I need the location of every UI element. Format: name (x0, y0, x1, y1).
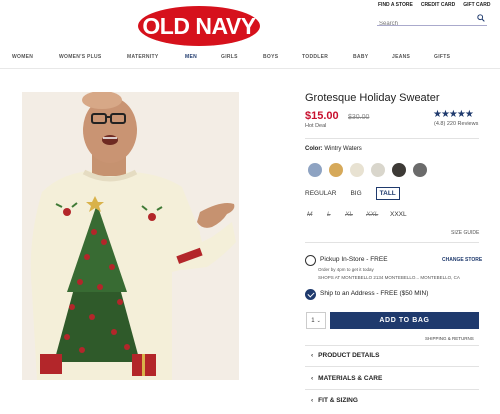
ship-label: Ship to an Address - FREE ($50 MIN) (320, 290, 429, 297)
search-input[interactable] (377, 18, 473, 30)
hot-deal-label: Hot Deal (305, 123, 327, 129)
logo-text: OLD NAVY (142, 12, 256, 39)
nav-item-women[interactable]: WOMEN (12, 54, 33, 60)
chevron-left-icon: ‹ (311, 375, 314, 382)
chevron-down-icon: ⌄ (316, 317, 321, 324)
color-value: Wintry Waters (324, 146, 362, 152)
nav-item-men[interactable]: MEN (185, 54, 197, 60)
search-icon[interactable] (477, 14, 485, 22)
accordion-label: MATERIALS & CARE (318, 375, 383, 382)
nav-item-boys[interactable]: BOYS (263, 54, 278, 60)
accordion-label: PRODUCT DETAILS (318, 352, 380, 359)
nav-item-baby[interactable]: BABY (353, 54, 368, 60)
sweater-model-illustration (22, 92, 239, 380)
swatch-gold[interactable] (329, 163, 343, 177)
accordion-product-details[interactable]: ‹ PRODUCT DETAILS (311, 352, 379, 359)
swatch-cream[interactable] (350, 163, 364, 177)
swatch-light-gray[interactable] (371, 163, 385, 177)
accordion-materials-care[interactable]: ‹ MATERIALS & CARE (311, 375, 382, 382)
divider (305, 366, 479, 367)
size-xxl[interactable]: XXL (366, 211, 378, 218)
swatch-charcoal[interactable] (392, 163, 406, 177)
pickup-label: Pickup In-Store - FREE (320, 256, 388, 263)
old-navy-logo[interactable]: OLD NAVY (138, 6, 260, 46)
accordion-fit-sizing[interactable]: ‹ FIT & SIZING (311, 397, 358, 404)
nav-divider (0, 68, 500, 69)
quantity-value: 1 (311, 317, 315, 324)
gift-card-link[interactable]: GIFT CARD (463, 2, 490, 8)
color-label-prefix: Color: (305, 146, 323, 152)
divider (305, 138, 479, 139)
nav-item-jeans[interactable]: JEANS (392, 54, 410, 60)
size-xl[interactable]: XL (345, 211, 353, 218)
chevron-left-icon: ‹ (311, 397, 314, 404)
nav-item-toddler[interactable]: TODDLER (302, 54, 328, 60)
add-to-bag-button[interactable]: ADD TO BAG (330, 312, 479, 329)
divider (305, 345, 479, 346)
order-by-note: Order by 4pm to get it today (318, 267, 374, 272)
ship-radio[interactable] (305, 289, 316, 300)
product-title: Grotesque Holiday Sweater (305, 92, 440, 104)
original-price: $30.00 (348, 114, 370, 121)
credit-card-link[interactable]: CREDIT CARD (421, 2, 455, 8)
color-label: Color: Wintry Waters (305, 146, 362, 152)
swatch-gray[interactable] (413, 163, 427, 177)
size-m[interactable]: M (307, 211, 312, 218)
accordion-label: FIT & SIZING (318, 397, 358, 404)
size-l[interactable]: L (327, 211, 331, 218)
reviews-link[interactable]: (4.8) 220 Reviews (434, 121, 478, 127)
shipping-returns-link[interactable]: SHIPPING & RETURNS (425, 336, 474, 341)
find-a-store-link[interactable]: FIND A STORE (378, 2, 413, 8)
size-type-big[interactable]: BIG (350, 190, 361, 200)
sale-price: $15.00 (305, 110, 339, 122)
size-xxxl[interactable]: XXXL (390, 211, 407, 218)
divider (305, 389, 479, 390)
size-guide-link[interactable]: SIZE GUIDE (451, 230, 479, 236)
nav-item-womens-plus[interactable]: WOMEN'S PLUS (59, 54, 102, 60)
size-type-regular[interactable]: REGULAR (305, 190, 336, 200)
pickup-radio[interactable] (305, 255, 316, 266)
utility-links: FIND A STORE CREDIT CARD GIFT CARD (378, 2, 491, 8)
nav-item-girls[interactable]: GIRLS (221, 54, 238, 60)
chevron-left-icon: ‹ (311, 352, 314, 359)
product-image[interactable] (22, 92, 239, 380)
store-location: SHOPS AT MONTEBELLO 2134 MONTEBELLO... M… (318, 275, 460, 280)
size-type-options: REGULAR BIG TALL (305, 187, 400, 200)
nav-item-maternity[interactable]: MATERNITY (127, 54, 159, 60)
search-box (377, 12, 487, 30)
change-store-link[interactable]: CHANGE STORE (442, 257, 482, 263)
main-nav: WOMEN WOMEN'S PLUS MATERNITY MEN GIRLS B… (0, 50, 500, 64)
size-type-tall[interactable]: TALL (375, 187, 400, 200)
divider (305, 242, 479, 243)
nav-item-gifts[interactable]: GIFTS (434, 54, 450, 60)
swatch-wintry-waters[interactable] (308, 163, 322, 177)
color-swatches (308, 163, 427, 177)
quantity-select[interactable]: 1 ⌄ (306, 312, 326, 329)
rating-stars[interactable]: ★★★★★ (433, 109, 474, 120)
